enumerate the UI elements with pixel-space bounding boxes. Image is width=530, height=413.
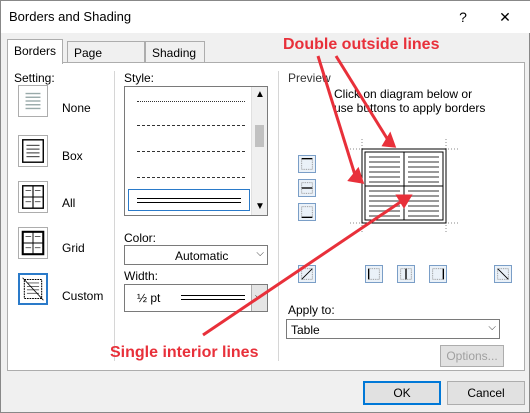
annotation-double-outside: Double outside lines <box>283 36 440 53</box>
annotation-single-interior: Single interior lines <box>110 344 259 361</box>
tab-borders[interactable]: Borders <box>7 39 63 64</box>
annotation-arrows <box>202 55 413 337</box>
tab-borders-label: Borders <box>14 44 57 58</box>
